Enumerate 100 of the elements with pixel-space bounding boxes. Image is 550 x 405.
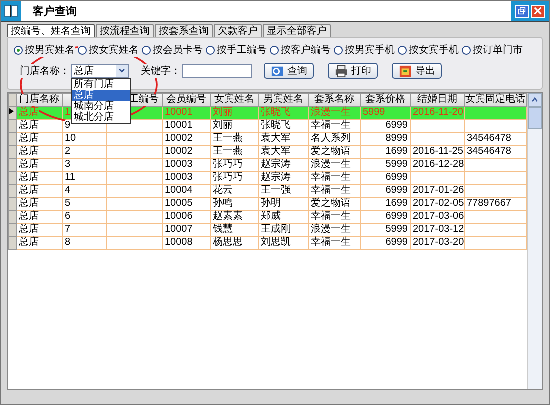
tab[interactable]: 按流程查询 [96,24,154,37]
search-icon [270,64,284,78]
table-cell: 爱之物语 [311,146,351,157]
column-header[interactable]: 套系名称 [308,94,360,106]
table-cell: 10008 [165,237,193,248]
table-cell: 6999 [386,120,408,131]
table-cell: 王一燕 [213,146,243,157]
export-button[interactable]: 导出 [392,63,442,79]
table-cell: 王成刚 [261,224,291,235]
column-header[interactable]: 结婚日期 [410,94,464,106]
table-cell: 10004 [165,185,193,196]
column-header[interactable]: 女宾固定电话 [464,94,526,106]
radio-option[interactable]: 按男宾手机 [334,43,395,57]
radio-option[interactable]: 按手工编号 [206,43,267,57]
close-button[interactable] [531,4,545,18]
table-cell: 浪漫一生 [311,159,351,170]
table-cell: 幸福一生 [311,185,351,196]
table-cell: 10 [65,133,76,144]
table-cell: 10007 [165,224,193,235]
table-cell: 总店 [19,172,39,183]
table-cell: 2017-03-12 [413,224,464,235]
table-cell: 10005 [165,198,193,209]
column-header[interactable]: 会员编号 [162,94,210,106]
tab[interactable]: 按套系查询 [155,24,213,37]
scrollbar-thumb[interactable] [528,107,542,129]
table-cell: 10001 [165,120,193,131]
row-pointer-icon [9,108,14,115]
table-cell: 花云 [213,185,233,196]
table-cell: 7 [65,224,71,235]
table-cell: 11 [65,172,76,183]
search-button[interactable]: 查询 [264,63,314,79]
table-cell: 刘丽 [213,120,233,131]
radio-option[interactable]: 按客户编号 [270,43,331,57]
tab[interactable]: 欠款客户 [214,24,262,37]
tab[interactable]: 按编号、姓名查询 [7,24,95,37]
table-cell: 10002 [165,133,193,144]
radio-option[interactable]: 按会员卡号 [142,43,203,57]
table-cell: 爱之物语 [311,198,351,209]
radio-option[interactable]: 按女宾手机 [398,43,459,57]
table-cell: 总店 [19,159,39,170]
printer-icon [334,64,348,78]
table-cell: 77897667 [467,198,512,209]
table-cell: 总店 [19,211,39,222]
table-cell: 10001 [165,107,193,118]
table-cell: 浪漫一生 [311,224,351,235]
radio-option[interactable]: 按订单门市 [462,43,523,57]
table-cell: 总店 [19,237,39,248]
table-cell: 张巧巧 [213,172,243,183]
table-cell: 张晓飞 [261,107,291,118]
table-cell: 10003 [165,172,193,183]
table-cell: 2017-03-06 [413,211,464,222]
keyword-field[interactable] [182,64,252,78]
table-cell: 10003 [165,159,193,170]
table-cell: 3 [65,159,71,170]
table-cell: 2016-12-28 [413,159,464,170]
table-cell: 浪漫一生 [311,107,351,118]
table-cell: 6999 [386,237,408,248]
table-cell: 孙鸣 [213,198,233,209]
table-cell: 2016-11-25 [413,146,464,157]
table-cell: 杨思思 [213,237,243,248]
table-cell: 6999 [386,185,408,196]
table-cell: 2017-02-05 [413,198,464,209]
table-cell: 5999 [386,224,408,235]
table-cell: 刘丽 [213,107,233,118]
table-cell: 5999 [386,159,408,170]
table-cell: 总店 [19,224,39,235]
table-cell: 钱慧 [213,224,233,235]
table-cell: 幸福一生 [311,237,351,248]
table-cell: 袁大军 [261,133,291,144]
table-cell: 王一强 [261,185,291,196]
table-cell: 2017-03-20 [413,237,464,248]
table-cell: 2016-11-20 [413,107,464,118]
table-cell: 张晓飞 [261,120,291,131]
table-cell: 6 [65,211,71,222]
table-cell: 赵宗涛 [261,172,291,183]
table-cell: 2 [65,146,71,157]
export-icon [398,64,412,78]
table-cell: 总店 [19,198,39,209]
column-header[interactable]: 男宾姓名 [258,94,308,106]
table-cell: 6999 [386,211,408,222]
table-cell: 幸福一生 [311,120,351,131]
chevron-up-icon [531,96,539,104]
table-cell: 袁大军 [261,146,291,157]
table-cell: 幸福一生 [311,172,351,183]
table-cell: 5 [65,198,71,209]
table-cell: 幸福一生 [311,211,351,222]
tab[interactable]: 显示全部客户 [263,24,331,37]
table-cell: 8999 [386,133,408,144]
table-cell: 王一燕 [213,133,243,144]
table-cell: 5999 [363,107,386,118]
table-cell: 总店 [19,185,39,196]
table-cell: 名人系列 [311,133,351,144]
table-cell: 刘思凯 [261,237,291,248]
column-header[interactable]: 女宾姓名 [210,94,258,106]
table-cell: 34546478 [467,146,512,157]
column-header[interactable]: 套系价格 [360,94,410,106]
table-cell: 6999 [386,172,408,183]
print-button[interactable]: 打印 [328,63,378,79]
scrollbar[interactable] [527,93,542,389]
restore-button[interactable] [515,4,529,18]
